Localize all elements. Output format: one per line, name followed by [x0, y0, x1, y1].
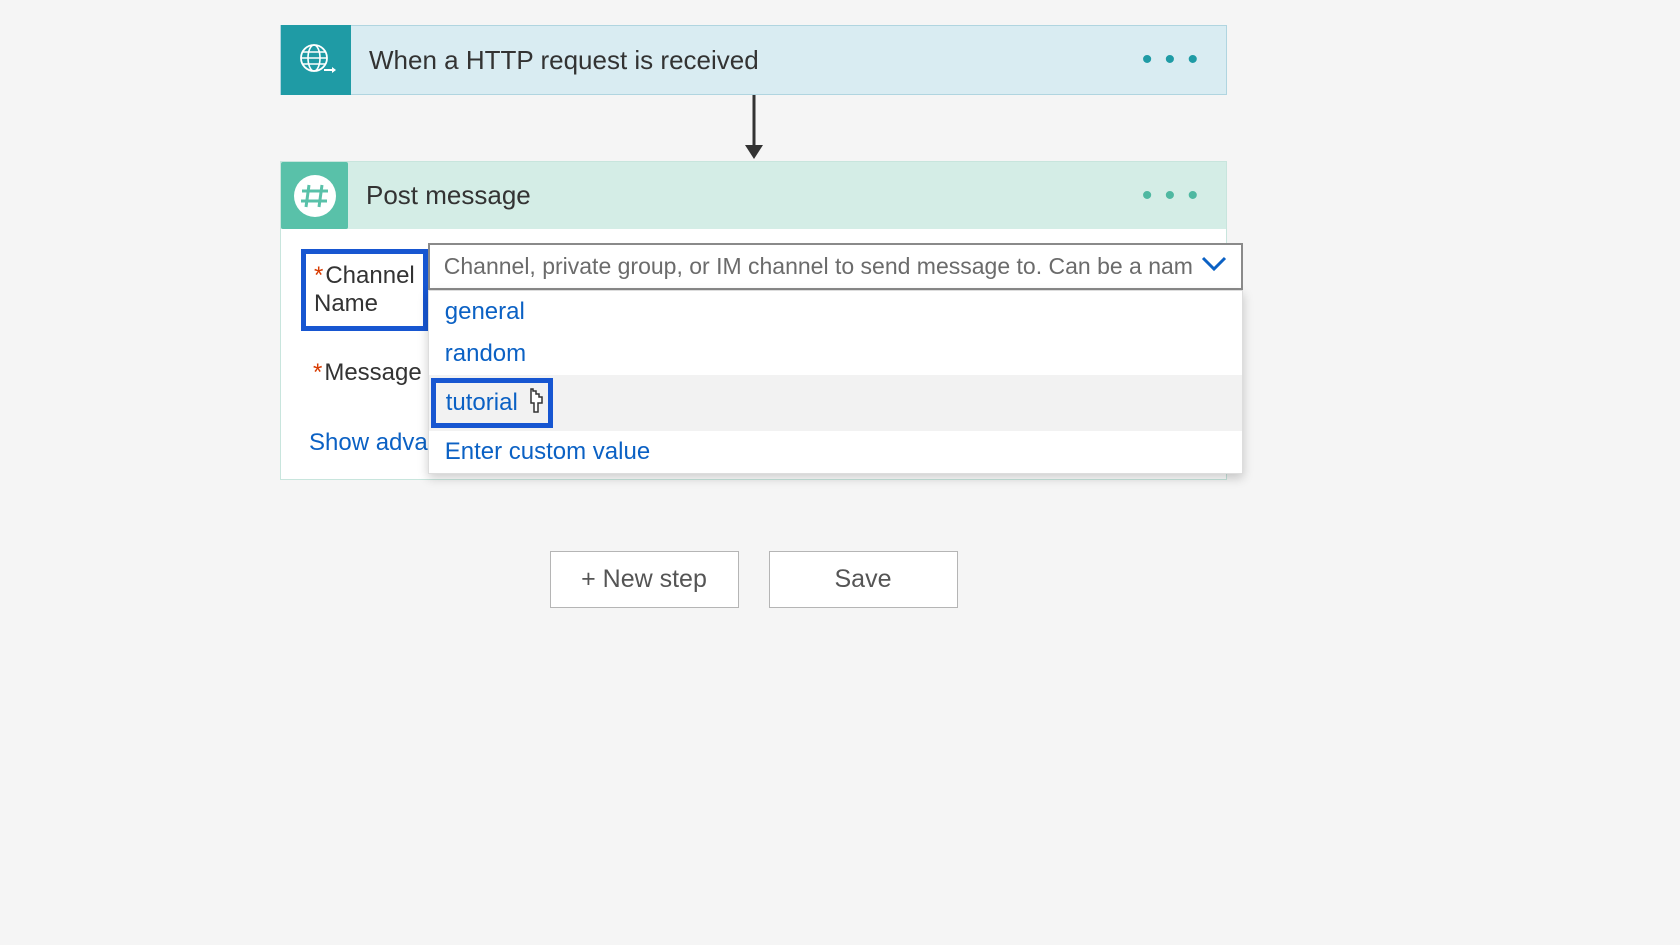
action-menu-button[interactable]: • • • — [1142, 191, 1200, 201]
action-title: Post message — [366, 180, 1226, 211]
dropdown-option-random[interactable]: random — [429, 333, 1242, 375]
action-header[interactable]: Post message • • • — [281, 162, 1226, 229]
dropdown-option-tutorial[interactable]: tutorial — [429, 375, 1242, 431]
channel-name-input[interactable]: Channel, private group, or IM channel to… — [428, 243, 1243, 290]
action-body: *Channel Name Channel, private group, or… — [281, 229, 1226, 479]
action-card: Post message • • • *Channel Name Channel… — [280, 161, 1227, 480]
trigger-title: When a HTTP request is received — [369, 45, 1226, 76]
channel-name-dropdown[interactable]: Channel, private group, or IM channel to… — [428, 243, 1243, 290]
flow-footer-buttons: + New step Save — [280, 551, 1227, 608]
http-request-icon — [281, 25, 351, 95]
trigger-card[interactable]: When a HTTP request is received • • • — [280, 25, 1227, 95]
channel-name-placeholder: Channel, private group, or IM channel to… — [444, 253, 1193, 280]
channel-name-label-highlight: *Channel Name — [301, 249, 428, 331]
dropdown-option-general[interactable]: general — [429, 291, 1242, 333]
flow-arrow-connector — [280, 95, 1227, 161]
channel-name-row: *Channel Name Channel, private group, or… — [301, 243, 1204, 331]
chevron-down-icon — [1201, 256, 1227, 277]
channel-name-label-area: *Channel Name — [301, 243, 428, 331]
channel-dropdown-list: general random tutorial Enter custom val… — [428, 290, 1243, 474]
save-button[interactable]: Save — [769, 551, 958, 608]
slack-channel-icon — [281, 162, 348, 229]
trigger-menu-button[interactable]: • • • — [1142, 55, 1200, 65]
required-asterisk: * — [314, 262, 323, 289]
dropdown-option-custom[interactable]: Enter custom value — [429, 431, 1242, 473]
tutorial-option-highlight: tutorial — [431, 378, 553, 428]
required-asterisk: * — [313, 359, 322, 386]
channel-name-label: Channel Name — [314, 262, 415, 317]
new-step-button[interactable]: + New step — [550, 551, 739, 608]
flow-container: When a HTTP request is received • • • Po… — [280, 25, 1227, 608]
